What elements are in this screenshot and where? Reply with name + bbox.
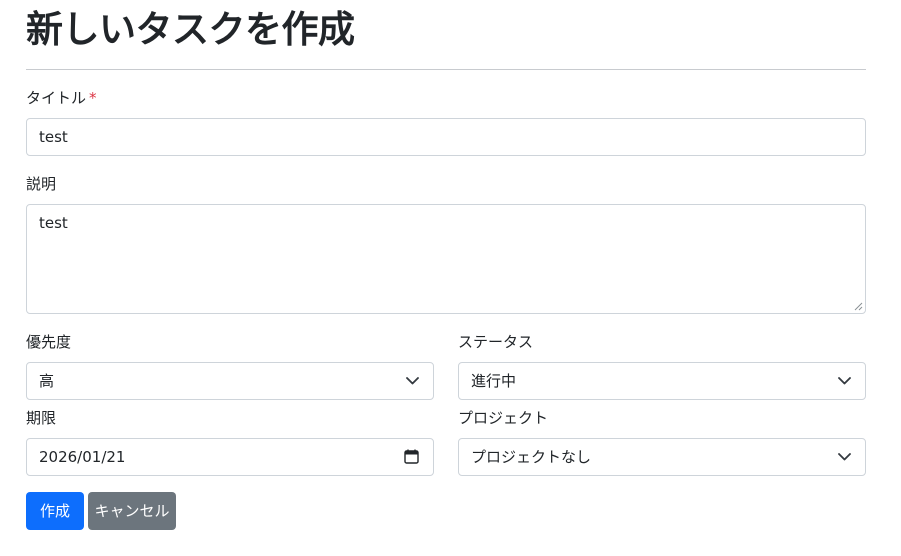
project-selected-value: プロジェクトなし [471, 448, 592, 466]
due-date-input[interactable]: 2026/01/21 [26, 438, 434, 476]
cancel-button[interactable]: キャンセル [88, 492, 176, 530]
title-field-group: タイトル * test [26, 88, 866, 156]
project-field-group: プロジェクト プロジェクトなし [458, 408, 866, 476]
due-date-value: 2026/01/21 [39, 448, 126, 466]
calendar-icon[interactable] [404, 449, 419, 464]
title-divider [26, 69, 866, 70]
description-field-group: 説明 test [26, 174, 866, 314]
description-value: test [39, 214, 68, 232]
title-label: タイトル * [26, 88, 866, 108]
description-textarea[interactable]: test [26, 204, 866, 314]
project-select[interactable]: プロジェクトなし [458, 438, 866, 476]
required-mark: * [89, 89, 97, 107]
priority-select[interactable]: 高 [26, 362, 434, 400]
status-select[interactable]: 進行中 [458, 362, 866, 400]
chevron-down-icon [406, 377, 419, 385]
chevron-down-icon [838, 453, 851, 461]
create-button[interactable]: 作成 [26, 492, 84, 530]
status-label: ステータス [458, 333, 534, 351]
priority-label: 優先度 [26, 333, 72, 351]
title-input-value: test [39, 128, 68, 146]
due-project-row: 期限 2026/01/21 プロジェクト プロジェクトなし [26, 408, 866, 476]
description-label: 説明 [26, 175, 57, 193]
task-create-page: 新しいタスクを作成 タイトル * test 説明 test 優先度 高 ステータ… [0, 0, 901, 556]
priority-status-row: 優先度 高 ステータス 進行中 [26, 332, 866, 400]
due-field-group: 期限 2026/01/21 [26, 408, 434, 476]
resize-grip-icon[interactable] [854, 302, 863, 311]
title-input[interactable]: test [26, 118, 866, 156]
status-field-group: ステータス 進行中 [458, 332, 866, 400]
form-actions: 作成 キャンセル [26, 492, 866, 530]
status-selected-value: 進行中 [471, 372, 517, 390]
priority-field-group: 優先度 高 [26, 332, 434, 400]
due-label: 期限 [26, 409, 57, 427]
priority-selected-value: 高 [39, 372, 55, 390]
title-label-text: タイトル [26, 89, 87, 107]
page-title: 新しいタスクを作成 [26, 8, 355, 51]
chevron-down-icon [838, 377, 851, 385]
project-label: プロジェクト [458, 409, 549, 427]
